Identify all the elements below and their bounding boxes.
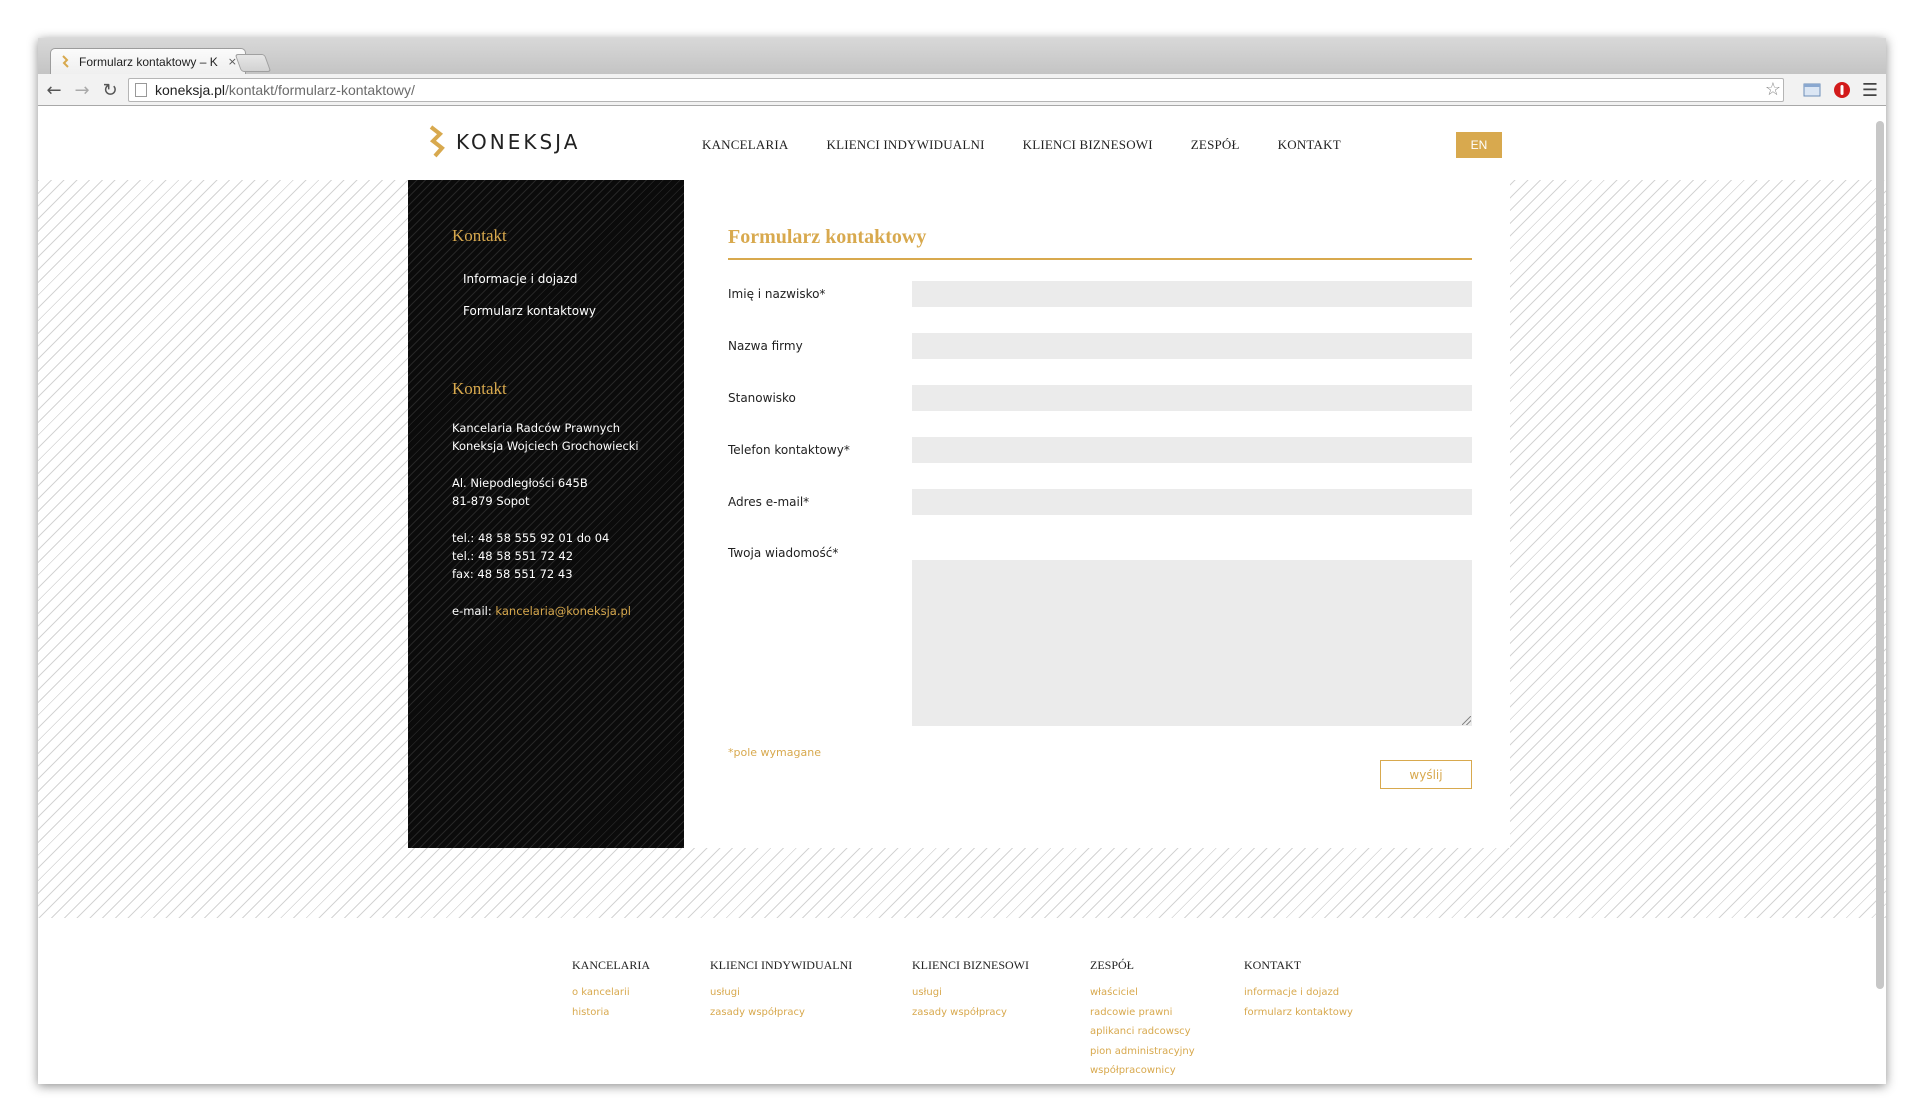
address-bar[interactable]: koneksja.pl/kontakt/formularz-kontaktowy… xyxy=(128,78,1784,102)
phone-label: Telefon kontaktowy* xyxy=(728,443,850,457)
email-link[interactable]: kancelaria@koneksja.pl xyxy=(495,604,631,618)
footer-link[interactable]: właściciel xyxy=(1090,983,1195,1003)
footer-column-klienci-biznesowi: KLIENCI BIZNESOWI usługi zasady współpra… xyxy=(912,958,1029,1022)
footer-link[interactable]: aplikanci radcowscy xyxy=(1090,1022,1195,1042)
browser-tab[interactable]: Formularz kontaktowy – K × xyxy=(50,48,246,74)
nav-klienci-biznesowi[interactable]: KLIENCI BIZNESOWI xyxy=(1023,137,1153,153)
new-tab-button[interactable] xyxy=(234,54,272,72)
menu-icon[interactable]: ☰ xyxy=(1860,80,1880,101)
footer-link[interactable]: historia xyxy=(572,1003,650,1023)
footer-heading: KLIENCI BIZNESOWI xyxy=(912,958,1029,972)
footer-column-zespol: ZESPÓŁ właściciel radcowie prawni aplika… xyxy=(1090,958,1195,1081)
phone-1: tel.: 48 58 555 92 01 do 04 xyxy=(452,531,610,545)
back-icon[interactable]: ← xyxy=(42,78,66,102)
email-label: e-mail: xyxy=(452,604,496,618)
footer-link[interactable]: zasady współpracy xyxy=(710,1003,852,1023)
email-label-field: Adres e-mail* xyxy=(728,495,810,509)
textarea-resize-handle[interactable] xyxy=(1462,716,1471,725)
message-field[interactable] xyxy=(912,560,1472,726)
footer-heading: KLIENCI INDYWIDUALNI xyxy=(710,958,853,972)
nav-kontakt[interactable]: KONTAKT xyxy=(1278,137,1341,153)
logo-text: KONEKSJA xyxy=(456,130,581,154)
footer-link[interactable]: informacje i dojazd xyxy=(1244,983,1353,1003)
footer-column-kancelaria: KANCELARIA o kancelarii historia xyxy=(572,958,650,1022)
bookmark-star-icon[interactable]: ☆ xyxy=(1765,79,1781,100)
phone-2: tel.: 48 58 551 72 42 xyxy=(452,549,574,563)
browser-window: Formularz kontaktowy – K × ← → ↻ koneksj… xyxy=(38,38,1886,1084)
footer-heading: KONTAKT xyxy=(1244,958,1302,972)
title-divider xyxy=(728,258,1472,260)
vertical-scrollbar[interactable] xyxy=(1876,121,1884,989)
tab-strip: Formularz kontaktowy – K × xyxy=(38,38,1886,74)
footer-link[interactable]: radcowie prawni xyxy=(1090,1003,1195,1023)
footer-heading: ZESPÓŁ xyxy=(1090,958,1135,972)
contact-form-panel: Formularz kontaktowy Imię i nazwisko* Na… xyxy=(684,180,1510,848)
company-label: Nazwa firmy xyxy=(728,339,803,353)
main-navigation: KANCELARIA KLIENCI INDYWIDUALNI KLIENCI … xyxy=(702,137,1379,153)
footer-link[interactable]: pion administracyjny xyxy=(1090,1042,1195,1062)
forward-icon[interactable]: → xyxy=(70,78,94,102)
fax: fax: 48 58 551 72 43 xyxy=(452,567,573,581)
logo-mark-icon xyxy=(429,125,445,158)
adblock-extension-icon[interactable] xyxy=(1832,80,1852,100)
address-line-1: Al. Niepodległości 645B xyxy=(452,476,588,490)
sidebar-heading-menu: Kontakt xyxy=(452,226,507,245)
sidebar-heading-contact: Kontakt xyxy=(452,379,507,398)
browser-toolbar: ← → ↻ koneksja.pl/kontakt/formularz-kont… xyxy=(38,74,1886,106)
company-field[interactable] xyxy=(912,333,1472,359)
page-viewport: KONEKSJA KANCELARIA KLIENCI INDYWIDUALNI… xyxy=(38,107,1886,1084)
reload-icon[interactable]: ↻ xyxy=(98,78,122,102)
footer-link[interactable]: formularz kontaktowy xyxy=(1244,1003,1353,1023)
footer-link[interactable]: zasady współpracy xyxy=(912,1003,1029,1023)
address-line-2: 81-879 Sopot xyxy=(452,494,530,508)
submit-button[interactable]: wyślij xyxy=(1380,760,1472,789)
language-switch-button[interactable]: EN xyxy=(1456,132,1502,158)
required-note: *pole wymagane xyxy=(728,746,821,759)
footer-link[interactable]: współpracownicy xyxy=(1090,1061,1195,1081)
position-field[interactable] xyxy=(912,385,1472,411)
company-line-2: Koneksja Wojciech Grochowiecki xyxy=(452,439,639,453)
nav-kancelaria[interactable]: KANCELARIA xyxy=(702,137,789,153)
position-label: Stanowisko xyxy=(728,391,796,405)
name-field[interactable] xyxy=(912,281,1472,307)
url-host: koneksja.pl xyxy=(155,82,226,98)
footer-link[interactable]: usługi xyxy=(710,983,852,1003)
tab-title: Formularz kontaktowy – K xyxy=(79,54,218,69)
sidebar-link-info[interactable]: Informacje i dojazd xyxy=(463,272,577,286)
koneksja-favicon-icon xyxy=(62,54,69,68)
url-path: /kontakt/formularz-kontaktowy/ xyxy=(225,82,415,98)
page-icon xyxy=(135,83,147,97)
nav-zespol[interactable]: ZESPÓŁ xyxy=(1191,137,1240,153)
email-line: e-mail: kancelaria@koneksja.pl xyxy=(452,602,631,621)
extension-window-icon[interactable] xyxy=(1802,80,1822,100)
sidebar-link-form[interactable]: Formularz kontaktowy xyxy=(463,304,596,318)
footer-heading: KANCELARIA xyxy=(572,958,650,972)
footer-column-kontakt: KONTAKT informacje i dojazd formularz ko… xyxy=(1244,958,1353,1022)
company-line-1: Kancelaria Radców Prawnych xyxy=(452,421,621,435)
phone-field[interactable] xyxy=(912,437,1472,463)
sidebar: Kontakt Informacje i dojazd Formularz ko… xyxy=(408,180,684,848)
footer-link[interactable]: o kancelarii xyxy=(572,983,650,1003)
page-title: Formularz kontaktowy xyxy=(728,226,927,248)
name-label: Imię i nazwisko* xyxy=(728,287,826,301)
email-field[interactable] xyxy=(912,489,1472,515)
nav-klienci-indywidualni[interactable]: KLIENCI INDYWIDUALNI xyxy=(827,137,985,153)
footer-link[interactable]: usługi xyxy=(912,983,1029,1003)
footer-column-klienci-indywidualni: KLIENCI INDYWIDUALNI usługi zasady współ… xyxy=(710,958,852,1022)
site-logo[interactable]: KONEKSJA xyxy=(426,125,580,159)
message-label: Twoja wiadomość* xyxy=(728,546,839,560)
